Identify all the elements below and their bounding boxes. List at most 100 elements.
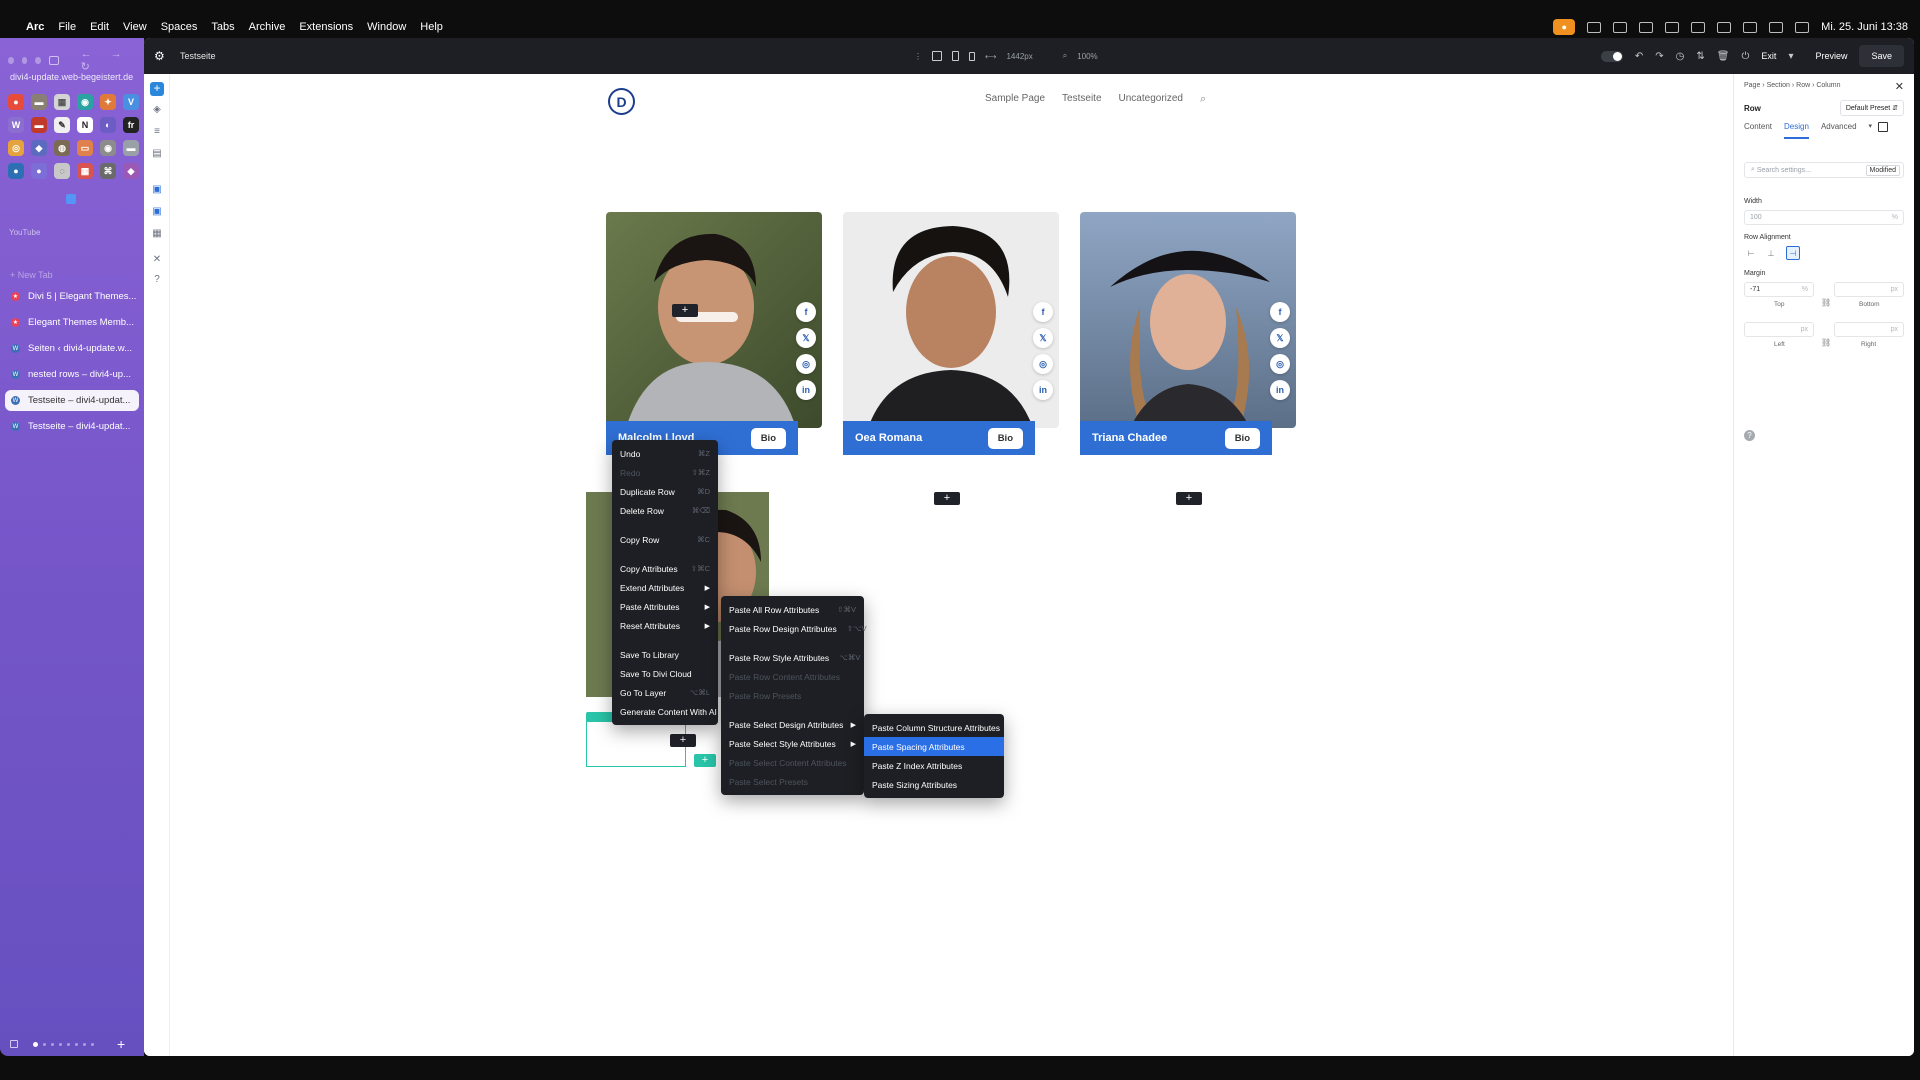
align-center-icon[interactable]: ⊥ bbox=[1764, 246, 1778, 260]
space-dot[interactable] bbox=[59, 1042, 62, 1046]
search-icon[interactable]: ⌕ bbox=[1200, 93, 1206, 106]
menu-window[interactable]: Window bbox=[367, 21, 406, 33]
favorite-icon[interactable]: ✎ bbox=[54, 117, 70, 133]
library-icon[interactable]: ▦ bbox=[151, 228, 163, 240]
menu-item-paste-select-design[interactable]: Paste Select Design Attributes ▶ bbox=[721, 715, 864, 734]
undo-icon[interactable]: ↶ bbox=[1635, 51, 1643, 62]
new-space-button[interactable]: + bbox=[117, 1036, 125, 1052]
menu-item-go-to-layer[interactable]: Go To Layer ⌥⌘L bbox=[612, 683, 718, 702]
favorite-icon[interactable]: ◎ bbox=[8, 140, 24, 156]
favorite-icon[interactable]: ▬ bbox=[31, 94, 47, 110]
folder-icon[interactable] bbox=[66, 194, 76, 204]
margin-bottom-input[interactable]: px bbox=[1834, 282, 1904, 297]
x-icon[interactable]: 𝕏 bbox=[796, 328, 816, 348]
favorite-icon[interactable]: V bbox=[123, 94, 139, 110]
tabs-dropdown-icon[interactable]: ▾ bbox=[1869, 122, 1873, 139]
sort-icon[interactable]: ⇅ bbox=[1696, 51, 1704, 62]
new-tab-button[interactable]: + New Tab bbox=[10, 270, 53, 280]
favorite-icon[interactable]: ● bbox=[8, 163, 24, 179]
nav-sample-page[interactable]: Sample Page bbox=[985, 93, 1045, 106]
bio-button[interactable]: Bio bbox=[1224, 427, 1260, 449]
menu-archive[interactable]: Archive bbox=[249, 21, 286, 33]
add-module-button[interactable]: + bbox=[1176, 492, 1202, 505]
menu-item-paste-select-style[interactable]: Paste Select Style Attributes ▶ bbox=[721, 734, 864, 753]
page-icon[interactable]: ▣ bbox=[151, 184, 163, 196]
minimize-window-icon[interactable] bbox=[21, 57, 28, 64]
menu-item-reset-attributes[interactable]: Reset Attributes ▶ bbox=[612, 616, 718, 635]
space-dot[interactable] bbox=[43, 1042, 46, 1046]
menu-item-copy-row[interactable]: Copy Row ⌘C bbox=[612, 530, 718, 549]
toggle-sidebar-icon[interactable] bbox=[49, 56, 59, 65]
modified-filter-badge[interactable]: Modified bbox=[1865, 164, 1900, 176]
drag-handle-icon[interactable]: ⋮ bbox=[914, 52, 922, 61]
space-dot[interactable] bbox=[75, 1042, 78, 1046]
space-dot[interactable] bbox=[91, 1042, 94, 1046]
save-button[interactable]: Save bbox=[1859, 45, 1904, 67]
menu-item-save-to-divi-cloud[interactable]: Save To Divi Cloud bbox=[612, 664, 718, 683]
nav-arrows-icon[interactable]: ← → ↻ bbox=[81, 48, 144, 73]
sidebar-tab-active[interactable]: W Testseite – divi4-updat... bbox=[5, 390, 139, 411]
zoom-readout[interactable]: 100% bbox=[1077, 52, 1097, 61]
cloud-icon[interactable] bbox=[1613, 21, 1628, 33]
extension-icon[interactable] bbox=[1665, 21, 1680, 33]
favorite-icon[interactable]: ▭ bbox=[77, 140, 93, 156]
width-input[interactable]: 100 % bbox=[1744, 210, 1904, 225]
favorite-icon[interactable]: ▬ bbox=[31, 117, 47, 133]
instagram-icon[interactable]: ◎ bbox=[1033, 354, 1053, 374]
add-element-icon[interactable]: + bbox=[150, 82, 164, 96]
status-icon[interactable] bbox=[1587, 21, 1602, 33]
control-center-icon[interactable] bbox=[1795, 21, 1810, 33]
menu-extensions[interactable]: Extensions bbox=[299, 21, 353, 33]
favorite-icon[interactable]: ◐ bbox=[100, 117, 116, 133]
search-settings-field[interactable]: ⌕ Search settings... Modified bbox=[1744, 162, 1904, 178]
margin-right-input[interactable]: px bbox=[1834, 322, 1904, 337]
vpn-icon[interactable] bbox=[1639, 21, 1654, 33]
database-icon[interactable]: ≡ bbox=[151, 126, 163, 138]
favorite-icon[interactable]: N bbox=[77, 117, 93, 133]
linkedin-icon[interactable]: in bbox=[1270, 380, 1290, 400]
link-top-bottom-icon[interactable]: ⛓ bbox=[1821, 298, 1831, 307]
favorite-icon[interactable]: ● bbox=[31, 163, 47, 179]
space-dot-active[interactable] bbox=[33, 1041, 38, 1047]
power-icon[interactable]: ⏻ bbox=[1742, 51, 1750, 62]
menu-item-paste-sizing[interactable]: Paste Sizing Attributes bbox=[864, 775, 1004, 794]
favorite-icon[interactable]: ● bbox=[8, 94, 24, 110]
close-icon[interactable]: ✕ bbox=[1895, 80, 1904, 93]
search-icon[interactable] bbox=[1769, 21, 1784, 33]
zoom-window-icon[interactable] bbox=[35, 57, 42, 64]
bio-button[interactable]: Bio bbox=[750, 427, 786, 449]
space-dot[interactable] bbox=[83, 1042, 86, 1046]
favorite-icon[interactable]: ▦ bbox=[77, 163, 93, 179]
space-dot[interactable] bbox=[67, 1042, 70, 1046]
battery-icon[interactable] bbox=[1743, 21, 1758, 33]
mode-toggle[interactable] bbox=[1600, 50, 1623, 62]
sidebar-section-youtube[interactable]: YouTube bbox=[9, 228, 40, 237]
menu-edit[interactable]: Edit bbox=[90, 21, 109, 33]
favorite-icon[interactable]: ▦ bbox=[54, 94, 70, 110]
favorite-icon[interactable]: ◆ bbox=[123, 163, 139, 179]
linkedin-icon[interactable]: in bbox=[796, 380, 816, 400]
menu-item-delete-row[interactable]: Delete Row ⌘⌫ bbox=[612, 501, 718, 520]
tools-icon[interactable]: ✕ bbox=[151, 254, 163, 266]
history-icon[interactable]: ◷ bbox=[1676, 51, 1685, 62]
favorite-icon[interactable]: ◉ bbox=[100, 140, 116, 156]
sidebar-tab[interactable]: W Testseite – divi4-updat... bbox=[5, 416, 139, 437]
tab-advanced[interactable]: Advanced bbox=[1821, 122, 1857, 139]
menu-item-extend-attributes[interactable]: Extend Attributes ▶ bbox=[612, 578, 718, 597]
menu-tabs[interactable]: Tabs bbox=[211, 21, 234, 33]
sidebar-tab[interactable]: ★ Divi 5 | Elegant Themes... bbox=[5, 286, 139, 307]
nav-testseite[interactable]: Testseite bbox=[1062, 93, 1101, 106]
favorite-icon[interactable]: ◌ bbox=[54, 163, 70, 179]
site-logo[interactable]: D bbox=[608, 88, 635, 115]
breadcrumb[interactable]: Page › Section › Row › Column bbox=[1744, 82, 1840, 89]
sidebar-tab[interactable]: ★ Elegant Themes Memb... bbox=[5, 312, 139, 333]
facebook-icon[interactable]: f bbox=[796, 302, 816, 322]
menu-file[interactable]: File bbox=[58, 21, 76, 33]
exit-dropdown-icon[interactable]: ▾ bbox=[1788, 51, 1793, 62]
margin-left-input[interactable]: px bbox=[1744, 322, 1814, 337]
menu-item-generate-ai[interactable]: Generate Content With AI bbox=[612, 702, 718, 721]
space-dot[interactable] bbox=[51, 1042, 54, 1046]
screen-icon[interactable] bbox=[1691, 21, 1706, 33]
menu-item-paste-attributes[interactable]: Paste Attributes ▶ bbox=[612, 597, 718, 616]
bio-button[interactable]: Bio bbox=[987, 427, 1023, 449]
